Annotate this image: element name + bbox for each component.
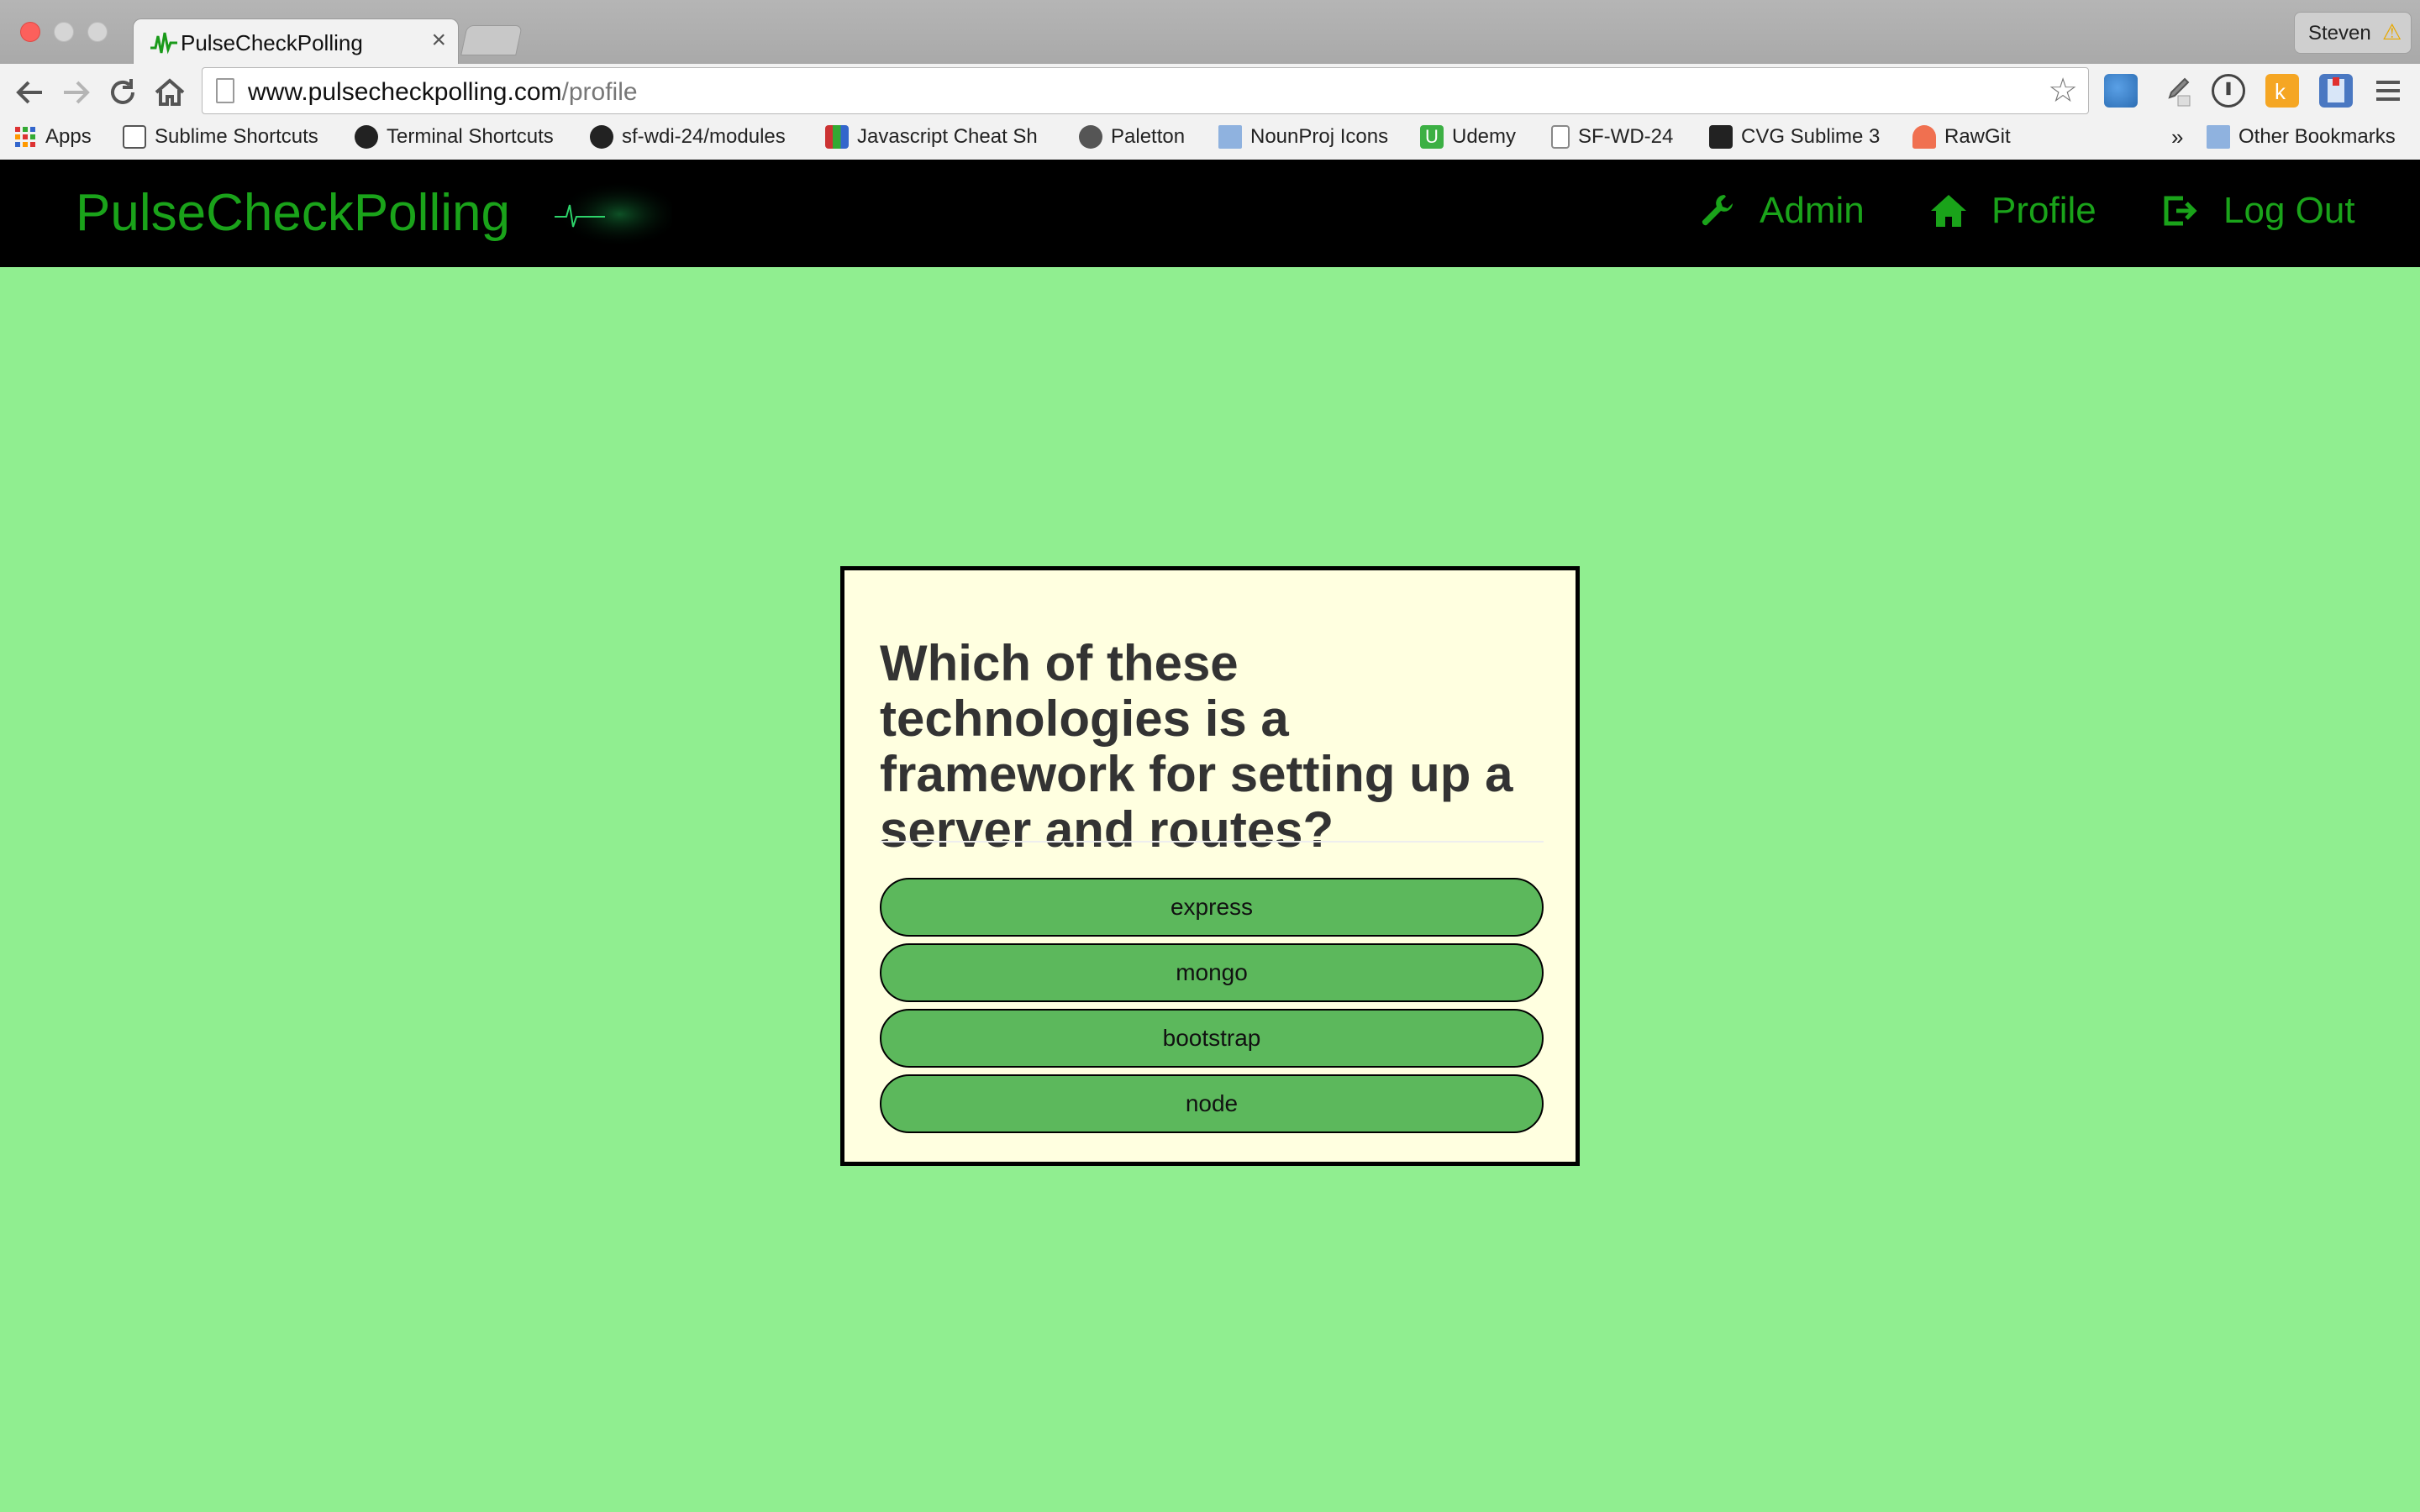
option-button-bootstrap[interactable]: bootstrap <box>880 1009 1544 1068</box>
bookmark-label: SF-WD-24 <box>1578 125 1674 148</box>
bookmark-label: Apps <box>45 125 92 148</box>
bookmark-label: RawGit <box>1944 125 2011 148</box>
wrench-icon <box>1702 195 1733 226</box>
poll-card: Which of these technologies is a framewo… <box>840 566 1580 1166</box>
bookmark-other-bookmarks[interactable]: Other Bookmarks <box>2207 123 2396 151</box>
back-arrow-icon[interactable] <box>12 74 49 111</box>
udemy-icon: U <box>1420 125 1444 149</box>
profile-chip[interactable]: Steven ⚠ <box>2294 12 2412 54</box>
url-text: www.pulsecheckpolling.com/profile <box>248 78 638 107</box>
home-browser-icon[interactable] <box>151 74 188 111</box>
poll-question: Which of these technologies is a framewo… <box>880 635 1513 858</box>
bookmark-terminal-shortcuts[interactable]: Terminal Shortcuts <box>355 123 554 151</box>
apps-grid-icon <box>15 127 35 147</box>
reload-icon[interactable] <box>104 74 141 111</box>
nav-admin-link[interactable]: Admin <box>1697 190 1865 232</box>
bookmark-sf-wd-24[interactable]: SF-WD-24 <box>1551 123 1673 151</box>
folder-icon <box>1218 125 1242 149</box>
onepassword-extension-icon[interactable] <box>2212 74 2245 108</box>
eyedropper-extension-icon[interactable] <box>2160 74 2193 108</box>
brand-logo-text[interactable]: PulseCheckPolling <box>76 183 510 243</box>
minimize-window-button[interactable] <box>54 22 74 42</box>
pulse-line-icon <box>550 181 672 248</box>
cvg-icon <box>1709 125 1733 149</box>
warning-icon: ⚠ <box>2382 19 2402 45</box>
option-button-mongo[interactable]: mongo <box>880 943 1544 1002</box>
bookmark-sf-wdi-24-modules[interactable]: sf-wdi-24/modules <box>590 123 786 151</box>
browser-tab-active[interactable]: PulseCheckPolling × <box>133 18 459 66</box>
address-bar[interactable]: www.pulsecheckpolling.com/profile ☆ <box>202 67 2089 114</box>
sublime-icon <box>123 125 146 149</box>
bookmark-cvg-sublime-3[interactable]: CVG Sublime 3 <box>1709 123 1880 151</box>
folder-icon <box>2207 125 2230 149</box>
close-window-button[interactable] <box>20 22 40 42</box>
page-icon <box>216 78 234 103</box>
bookmark-apps[interactable]: Apps <box>13 123 92 151</box>
bookmark-label: Javascript Cheat Sh <box>857 125 1038 148</box>
bookmark-javascript-cheat-sheet[interactable]: Javascript Cheat Sh <box>825 123 1052 151</box>
github-icon <box>590 125 613 149</box>
paletton-icon <box>1079 125 1102 149</box>
app-navbar: PulseCheckPolling Admin Profile Log Out <box>0 160 2420 267</box>
new-tab-button[interactable] <box>460 25 523 55</box>
bookmark-sublime-shortcuts[interactable]: Sublime Shortcuts <box>123 123 318 151</box>
option-button-node[interactable]: node <box>880 1074 1544 1133</box>
url-path: /profile <box>561 78 638 106</box>
url-host: www.pulsecheckpolling.com <box>248 78 562 106</box>
bookmark-udemy[interactable]: U Udemy <box>1420 123 1516 151</box>
bookmarks-overflow-chevron-icon[interactable]: » <box>2171 123 2183 151</box>
bookmark-label: Udemy <box>1452 125 1517 148</box>
bookmark-paletton[interactable]: Paletton <box>1079 123 1185 151</box>
k-extension-icon[interactable]: k <box>2265 74 2299 108</box>
nav-profile-link[interactable]: Profile <box>1929 190 2096 232</box>
bookmark-rawgit[interactable]: RawGit <box>1912 123 2011 151</box>
bookmark-star-icon[interactable]: ☆ <box>2048 71 2078 110</box>
tab-close-icon[interactable]: × <box>431 26 446 55</box>
nav-logout-link[interactable]: Log Out <box>2161 190 2355 232</box>
bookmark-label: NounProj Icons <box>1250 125 1389 148</box>
profile-name: Steven <box>2308 22 2371 45</box>
pulse-favicon-icon <box>150 32 177 55</box>
bookmark-label: Paletton <box>1111 125 1186 148</box>
cheatsheet-icon <box>825 125 849 149</box>
bookmark-label: sf-wdi-24/modules <box>622 125 786 148</box>
github-icon <box>355 125 378 149</box>
bookmark-label: Sublime Shortcuts <box>155 125 318 148</box>
bookmark-nounproj-icons[interactable]: NounProj Icons <box>1218 123 1388 151</box>
nav-logout-label: Log Out <box>2223 190 2355 231</box>
tab-title: PulseCheckPolling <box>181 30 363 55</box>
zoom-window-button[interactable] <box>87 22 108 42</box>
logout-icon <box>2164 196 2197 226</box>
menu-hamburger-icon[interactable] <box>2371 74 2405 108</box>
globe-extension-icon[interactable] <box>2104 74 2138 108</box>
nav-admin-label: Admin <box>1760 190 1865 231</box>
rawgit-icon <box>1912 125 1936 149</box>
bookmark-label: Other Bookmarks <box>2238 125 2396 148</box>
option-button-express[interactable]: express <box>880 878 1544 937</box>
bookmark-label: Terminal Shortcuts <box>387 125 554 148</box>
divider <box>880 841 1544 843</box>
home-icon <box>1931 195 1966 227</box>
browser-titlebar: PulseCheckPolling × Steven ⚠ <box>0 0 2420 66</box>
forward-arrow-icon[interactable] <box>57 74 94 111</box>
svg-text:k: k <box>2275 79 2286 104</box>
nav-profile-label: Profile <box>1991 190 2096 231</box>
bookmark-label: CVG Sublime 3 <box>1741 125 1881 148</box>
page-icon <box>1551 125 1570 149</box>
mail-extension-icon[interactable] <box>2319 74 2353 108</box>
